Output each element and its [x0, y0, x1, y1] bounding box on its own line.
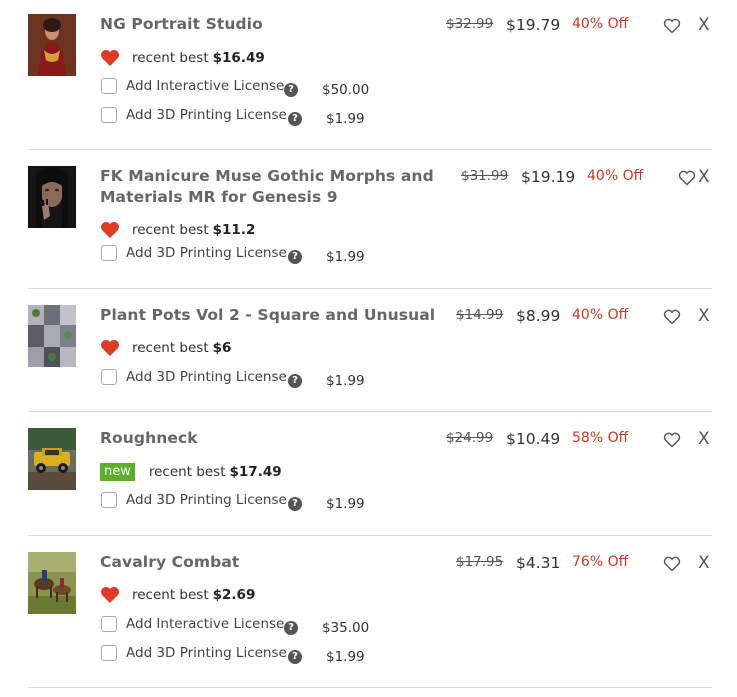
original-price: $32.99 [446, 16, 494, 32]
license-option[interactable]: Add Interactive License [101, 616, 284, 632]
help-icon[interactable]: ? [288, 650, 302, 664]
license-option[interactable]: Add Interactive License [101, 78, 284, 94]
license-label[interactable]: Add 3D Printing License [126, 107, 287, 123]
original-price: $24.99 [446, 430, 494, 446]
recent-best-label: recent best [148, 464, 226, 480]
original-price: $31.99 [461, 168, 509, 184]
license-label[interactable]: Add 3D Printing License [126, 645, 287, 661]
recent-best-value: $16.49 [212, 50, 265, 66]
license-checkbox[interactable] [101, 369, 117, 385]
wishlist-heart-icon[interactable] [678, 170, 696, 186]
help-icon[interactable]: ? [284, 621, 298, 635]
license-label[interactable]: Add Interactive License [126, 616, 284, 632]
license-price: $50.00 [322, 82, 370, 98]
license-price: $35.00 [322, 620, 370, 636]
recent-best-label: recent best [132, 587, 209, 603]
recent-best-price: new recent best $17.49 [100, 463, 282, 481]
divider [28, 535, 712, 536]
recent-best-value: $17.49 [229, 464, 282, 480]
license-price: $1.99 [326, 649, 365, 665]
new-badge: new [100, 463, 135, 481]
license-checkbox[interactable] [101, 492, 117, 508]
wishlist-heart-icon[interactable] [663, 18, 681, 34]
license-checkbox[interactable] [101, 645, 117, 661]
divider [28, 149, 712, 150]
discount-label: 76% Off [572, 554, 629, 570]
sale-price: $19.19 [521, 168, 576, 186]
remove-item-button[interactable]: X [698, 306, 710, 326]
original-price: $17.95 [456, 554, 504, 570]
recent-best-price: recent best $6 [100, 339, 231, 357]
product-thumbnail[interactable] [28, 552, 76, 614]
license-option[interactable]: Add 3D Printing License [101, 645, 287, 661]
wishlist-heart-icon[interactable] [663, 556, 681, 572]
product-title-line[interactable]: Materials MR for Genesis 9 [100, 187, 434, 208]
sale-price: $19.79 [506, 16, 561, 34]
recent-best-label: recent best [132, 340, 209, 356]
wishlist-heart-icon[interactable] [663, 309, 681, 325]
sale-price: $8.99 [516, 307, 561, 325]
recent-best-value: $11.2 [212, 222, 256, 238]
divider [28, 411, 712, 412]
divider [28, 288, 712, 289]
help-icon[interactable]: ? [288, 374, 302, 388]
remove-item-button[interactable]: X [698, 429, 710, 449]
product-title[interactable]: FK Manicure Muse Gothic Morphs and Mater… [100, 166, 434, 208]
product-title-line[interactable]: FK Manicure Muse Gothic Morphs and [100, 166, 434, 187]
license-label[interactable]: Add 3D Printing License [126, 369, 287, 385]
sale-price: $4.31 [516, 554, 561, 572]
discount-label: 58% Off [572, 430, 629, 446]
license-option[interactable]: Add 3D Printing License [101, 369, 287, 385]
remove-item-button[interactable]: X [698, 167, 710, 187]
recent-best-value: $2.69 [212, 587, 256, 603]
license-checkbox[interactable] [101, 107, 117, 123]
recent-best-label: recent best [132, 50, 209, 66]
license-label[interactable]: Add 3D Printing License [126, 492, 287, 508]
discount-label: 40% Off [572, 16, 629, 32]
discount-label: 40% Off [572, 307, 629, 323]
license-option[interactable]: Add 3D Printing License [101, 245, 287, 261]
product-thumbnail[interactable] [28, 305, 76, 367]
product-title[interactable]: Cavalry Combat [100, 552, 239, 573]
license-checkbox[interactable] [101, 78, 117, 94]
license-label[interactable]: Add 3D Printing License [126, 245, 287, 261]
product-title[interactable]: Roughneck [100, 428, 198, 449]
recent-best-value: $6 [212, 340, 232, 356]
help-icon[interactable]: ? [288, 497, 302, 511]
product-thumbnail[interactable] [28, 14, 76, 76]
license-option[interactable]: Add 3D Printing License [101, 107, 287, 123]
sale-price: $10.49 [506, 430, 561, 448]
license-checkbox[interactable] [101, 616, 117, 632]
remove-item-button[interactable]: X [698, 15, 710, 35]
license-price: $1.99 [326, 249, 365, 265]
heart-icon [100, 49, 120, 67]
license-price: $1.99 [326, 496, 365, 512]
license-checkbox[interactable] [101, 245, 117, 261]
wishlist-heart-icon[interactable] [663, 432, 681, 448]
recent-best-price: recent best $2.69 [100, 586, 255, 604]
recent-best-label: recent best [132, 222, 209, 238]
license-price: $1.99 [326, 111, 365, 127]
help-icon[interactable]: ? [288, 112, 302, 126]
license-price: $1.99 [326, 373, 365, 389]
product-thumbnail[interactable] [28, 166, 76, 228]
heart-icon [100, 221, 120, 239]
recent-best-price: recent best $16.49 [100, 49, 265, 67]
heart-icon [100, 339, 120, 357]
remove-item-button[interactable]: X [698, 553, 710, 573]
discount-label: 40% Off [587, 168, 644, 184]
help-icon[interactable]: ? [288, 250, 302, 264]
heart-icon [100, 586, 120, 604]
help-icon[interactable]: ? [284, 83, 298, 97]
license-label[interactable]: Add Interactive License [126, 78, 284, 94]
original-price: $14.99 [456, 307, 504, 323]
product-title[interactable]: NG Portrait Studio [100, 14, 263, 35]
product-thumbnail[interactable] [28, 428, 76, 490]
recent-best-price: recent best $11.2 [100, 221, 255, 239]
divider [28, 687, 712, 688]
license-option[interactable]: Add 3D Printing License [101, 492, 287, 508]
product-title[interactable]: Plant Pots Vol 2 - Square and Unusual [100, 305, 435, 326]
